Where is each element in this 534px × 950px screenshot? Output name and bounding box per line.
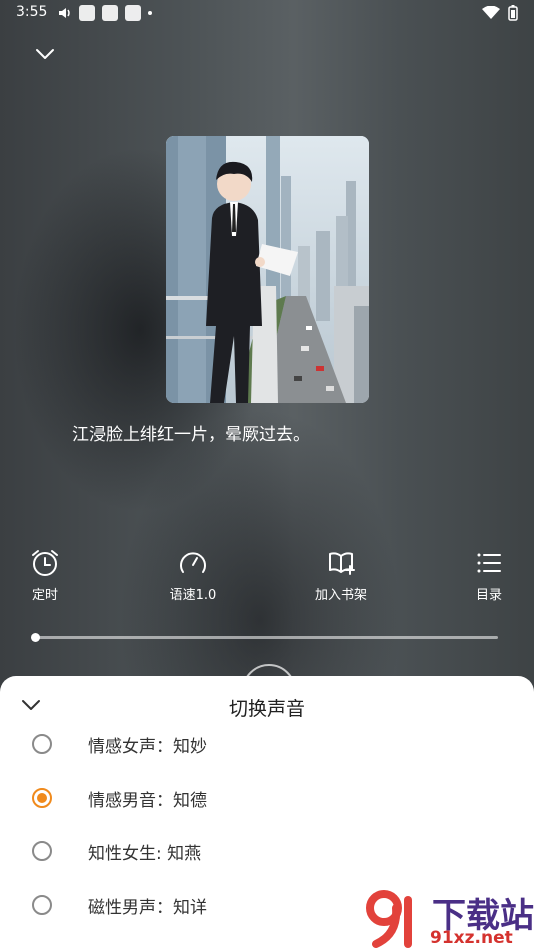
notification-app-icon <box>102 5 118 21</box>
cover-illustration <box>166 136 369 403</box>
status-right-icons <box>482 5 518 21</box>
radio-button[interactable] <box>32 841 52 861</box>
status-time: 3:55 <box>16 4 48 20</box>
timer-button[interactable]: 定时 <box>0 548 90 603</box>
add-bookshelf-button[interactable]: 加入书架 <box>296 548 386 603</box>
sheet-title: 切换声音 <box>228 698 305 720</box>
radio-button-selected[interactable] <box>32 788 52 808</box>
player-controls: 定时 语速1.0 加入书架 目录 <box>0 548 534 608</box>
alarm-clock-icon <box>32 550 58 576</box>
voice-option-label: 知性女生: 知燕 <box>88 843 202 864</box>
collapse-chevron-icon[interactable] <box>34 43 56 65</box>
voice-option[interactable]: 情感男音：知德 <box>32 783 207 813</box>
voice-option-label: 磁性男声：知详 <box>88 897 207 918</box>
voice-option-label: 情感女声：知妙 <box>88 736 207 757</box>
more-notifications-icon <box>148 11 152 15</box>
battery-icon <box>508 5 518 21</box>
speed-gauge-icon <box>180 552 206 573</box>
site-watermark: 下载站 91xz.net <box>362 886 534 950</box>
watermark-url: 91xz.net <box>430 928 513 948</box>
progress-bar[interactable] <box>36 636 498 639</box>
radio-button[interactable] <box>32 895 52 915</box>
book-cover <box>166 136 369 403</box>
speed-button[interactable]: 语速1.0 <box>148 548 238 603</box>
status-bar: 3:55 <box>0 0 534 28</box>
voice-option-label: 情感男音：知德 <box>88 790 207 811</box>
volume-icon <box>59 8 70 18</box>
notification-app-icon <box>125 5 141 21</box>
add-bookshelf-icon <box>329 552 355 575</box>
progress-thumb[interactable] <box>31 633 40 642</box>
status-notification-icons <box>58 5 152 21</box>
catalog-label: 目录 <box>475 588 502 603</box>
notification-app-icon <box>79 5 95 21</box>
watermark-logo-icon <box>366 890 412 948</box>
list-icon <box>477 553 501 573</box>
timer-label: 定时 <box>31 588 58 603</box>
catalog-button[interactable]: 目录 <box>444 548 534 603</box>
narration-text: 江浸脸上绯红一片，晕厥过去。 <box>72 425 310 445</box>
voice-option[interactable]: 知性女生: 知燕 <box>32 836 201 866</box>
voice-option[interactable]: 磁性男声：知详 <box>32 890 207 920</box>
radio-button[interactable] <box>32 734 52 754</box>
add-bookshelf-label: 加入书架 <box>314 588 367 603</box>
voice-option[interactable]: 情感女声：知妙 <box>32 729 207 759</box>
wifi-icon <box>482 6 500 19</box>
speed-label: 语速1.0 <box>169 588 217 603</box>
